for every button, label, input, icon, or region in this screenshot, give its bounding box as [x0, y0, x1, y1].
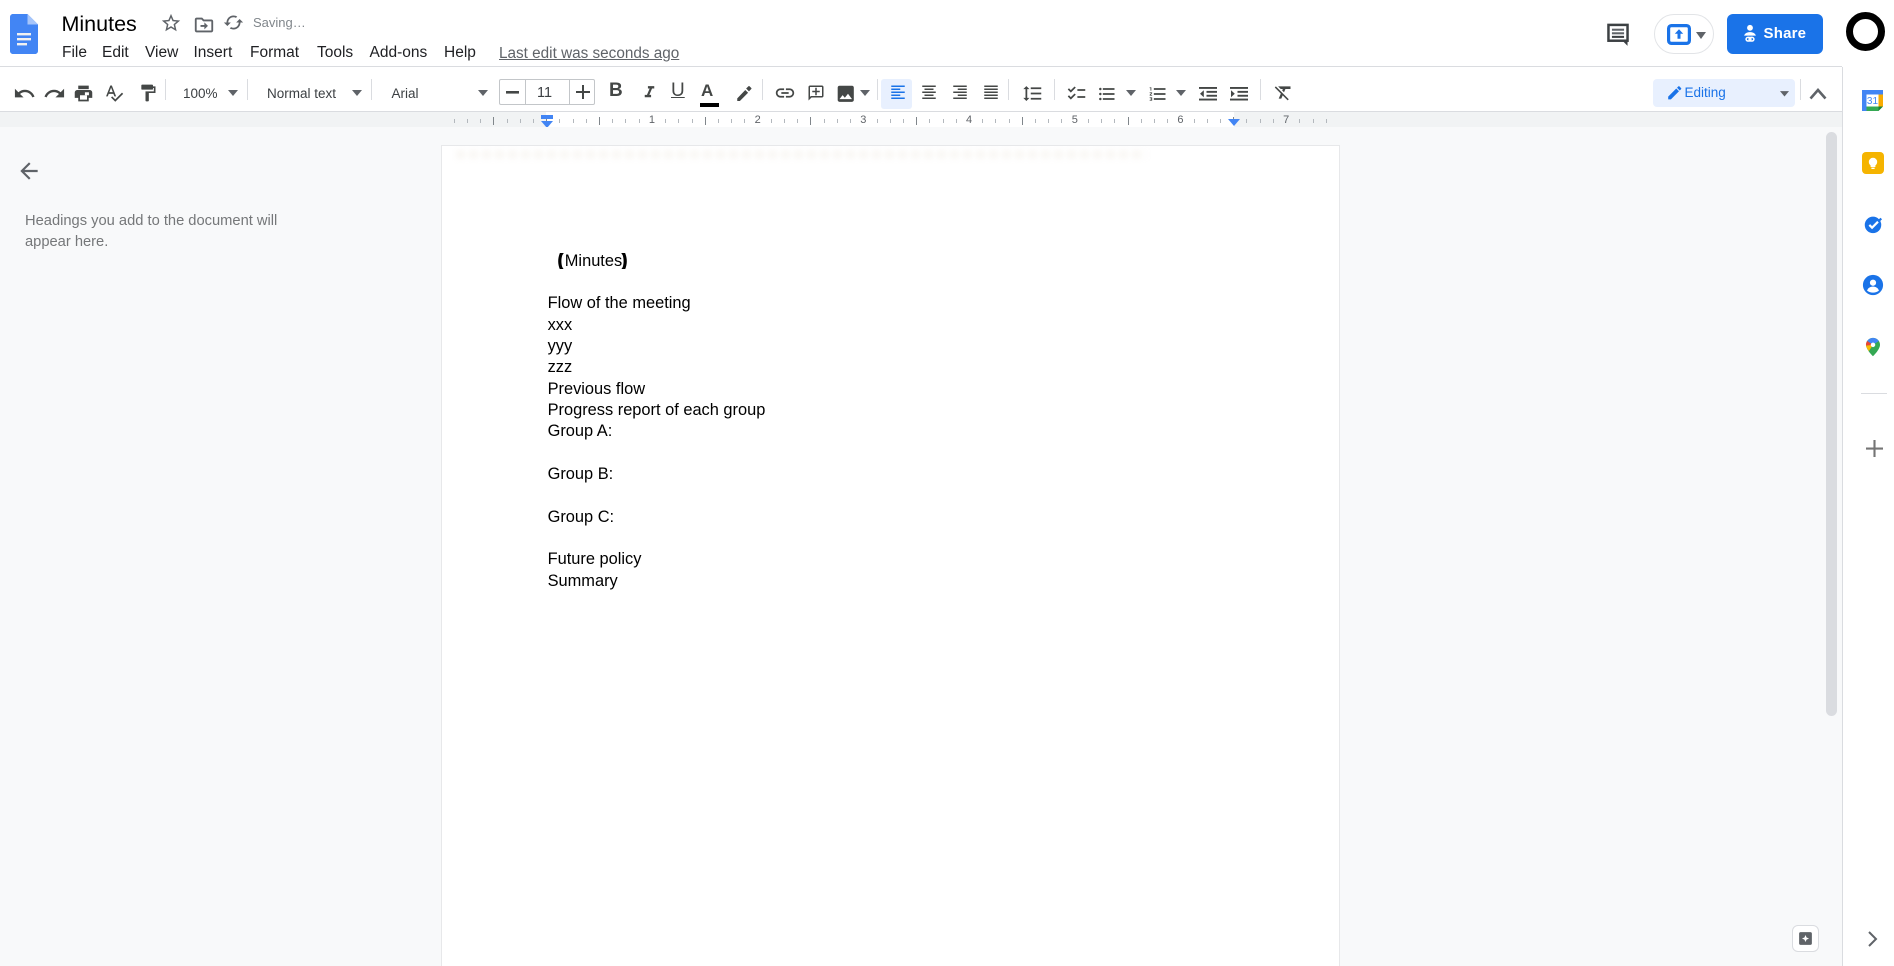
svg-text:31: 31	[1867, 96, 1879, 107]
